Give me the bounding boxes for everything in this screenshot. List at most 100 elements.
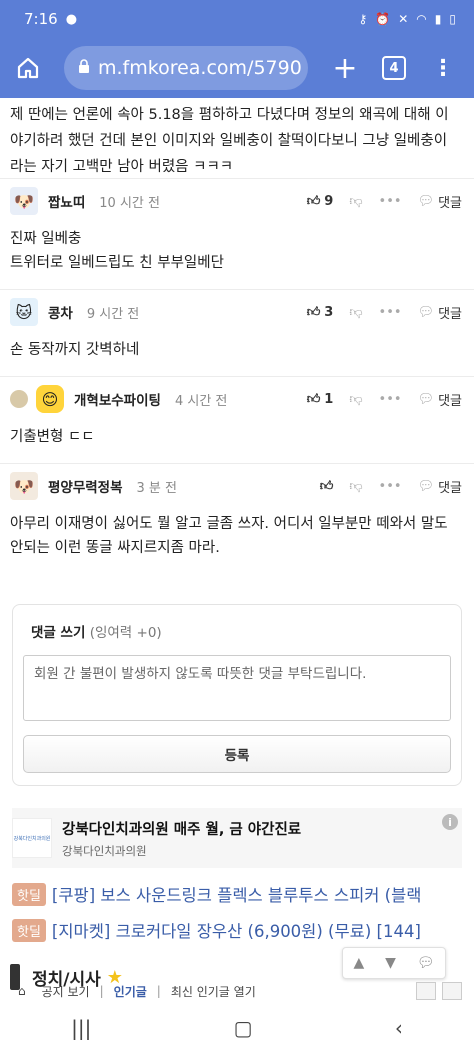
level-badge-icon bbox=[10, 390, 28, 408]
downvote-icon[interactable]: 👎︎ bbox=[349, 392, 362, 407]
scroll-down-icon[interactable]: ▼ bbox=[385, 955, 396, 971]
upvote-button[interactable]: 👍︎ 9 bbox=[307, 194, 334, 209]
reply-button[interactable]: 💬︎ 댓글 bbox=[418, 192, 462, 211]
comment-time: 4 시간 전 bbox=[174, 393, 228, 409]
hot-deal-item[interactable]: 핫딜 [지마켓] 크로커다일 장우산 (6,900원) (무료) [144] bbox=[12, 918, 474, 942]
speech-bubble-icon: 💬︎ bbox=[417, 478, 435, 494]
lock-icon bbox=[78, 59, 90, 77]
status-time: 7:16 bbox=[24, 10, 58, 28]
status-icons: ⚷ ⏰ ✕ ◠ ▮ ▯ bbox=[358, 12, 456, 26]
comment-author[interactable]: 콩차 bbox=[48, 302, 73, 322]
comment-body: 진짜 일베충 트위터로 일베드립도 친 부부일베단 bbox=[10, 231, 224, 271]
submit-comment-button[interactable]: 등록 bbox=[23, 735, 451, 773]
reply-button[interactable]: 💬︎ 댓글 bbox=[418, 303, 462, 322]
info-icon[interactable]: i bbox=[442, 814, 458, 830]
hot-deal-badge: 핫딜 bbox=[12, 918, 46, 942]
home-icon[interactable]: ⌂ bbox=[18, 984, 26, 998]
mute-icon: ✕ bbox=[398, 12, 409, 26]
chat-notification-icon: ● bbox=[65, 11, 78, 27]
comment-write-label: 댓글 쓰기 bbox=[31, 625, 86, 641]
comment-jump-icon[interactable]: 💬︎ bbox=[417, 955, 435, 971]
comment-write-title: 댓글 쓰기 (잉여력 +0) bbox=[23, 621, 451, 641]
comment-item: 🐱 콩차 9 시간 전 👍︎ 3 👎︎ ••• 💬︎ 댓글 손 동작까지 갓벽하네 bbox=[0, 289, 474, 376]
hot-deal-link[interactable]: [지마켓] 크로커다일 장우산 (6,900원) (무료) [144] bbox=[52, 918, 421, 942]
signal-icon: ▮ bbox=[434, 12, 442, 26]
comment-time: 3 분 전 bbox=[136, 480, 177, 496]
key-icon: ⚷ bbox=[358, 12, 368, 26]
comment-author[interactable]: 개혁보수파이팅 bbox=[74, 389, 161, 409]
upvote-button[interactable]: 👍︎ 3 bbox=[307, 305, 334, 320]
comment-write-box: 댓글 쓰기 (잉여력 +0) 회원 간 불편이 발생하지 않도록 따뜻한 댓글 … bbox=[12, 604, 462, 786]
upvote-button[interactable]: 👍︎ bbox=[320, 479, 334, 494]
tab-popular[interactable]: 인기글 bbox=[114, 983, 147, 1000]
downvote-icon[interactable]: 👎︎ bbox=[349, 305, 362, 320]
thumbs-up-icon: 👍︎ bbox=[306, 304, 321, 320]
reply-label: 댓글 bbox=[438, 195, 462, 211]
comment-item: 😊 개혁보수파이팅 4 시간 전 👍︎ 1 👎︎ ••• 💬︎ 댓글 기출변형 ㄷㄷ bbox=[0, 376, 474, 463]
ad-logo: 강북다인치과의원 bbox=[12, 818, 52, 858]
comment-textarea[interactable]: 회원 간 불편이 발생하지 않도록 따뜻한 댓글 부탁드립니다. bbox=[23, 655, 451, 721]
grid-view-icon[interactable] bbox=[442, 982, 462, 1000]
avatar: 🐶 bbox=[10, 472, 38, 500]
upvote-count: 1 bbox=[324, 391, 334, 407]
reply-label: 댓글 bbox=[438, 306, 462, 322]
list-view-icon[interactable] bbox=[416, 982, 436, 1000]
battery-icon: ▯ bbox=[449, 12, 456, 26]
downvote-icon[interactable]: 👎︎ bbox=[349, 479, 362, 494]
hot-deal-badge: 핫딜 bbox=[12, 882, 46, 906]
home-icon[interactable] bbox=[14, 54, 42, 82]
thumbs-up-icon: 👍︎ bbox=[306, 391, 321, 407]
ad-banner[interactable]: 강북다인치과의원 강북다인치과의원 매주 월, 금 야간진료 강북다인치과의원 … bbox=[12, 808, 462, 868]
scroll-up-icon[interactable]: ▲ bbox=[353, 955, 364, 971]
reply-button[interactable]: 💬︎ 댓글 bbox=[418, 477, 462, 496]
more-icon[interactable]: ••• bbox=[379, 392, 402, 407]
speech-bubble-icon: 💬︎ bbox=[417, 391, 435, 407]
reply-button[interactable]: 💬︎ 댓글 bbox=[418, 390, 462, 409]
floating-nav: ▲ ▼ 💬︎ bbox=[342, 947, 446, 979]
comment-item: 🐶 짭뇨띠 10 시간 전 👍︎ 9 👎︎ ••• 💬︎ 댓글 진짜 일베충 트위터… bbox=[0, 178, 474, 289]
upvote-count: 9 bbox=[324, 193, 334, 209]
divider: | bbox=[156, 984, 161, 998]
address-bar-row: m.fmkorea.com/5790 + 4 ⋮ bbox=[0, 38, 474, 98]
comment-time: 10 시간 전 bbox=[99, 195, 160, 211]
more-menu-icon[interactable]: ⋮ bbox=[432, 56, 454, 81]
comment-author[interactable]: 짭뇨띠 bbox=[48, 191, 85, 211]
tab-switcher-button[interactable]: 4 bbox=[382, 56, 406, 80]
home-button-icon[interactable]: ▢ bbox=[234, 1016, 253, 1040]
ad-title: 강북다인치과의원 매주 월, 금 야간진료 bbox=[62, 821, 302, 838]
thumbs-up-icon: 👍︎ bbox=[319, 478, 334, 494]
thumbs-up-icon: 👍︎ bbox=[306, 193, 321, 209]
comment-author[interactable]: 평양무력정복 bbox=[48, 476, 123, 496]
page-content: 제 딴에는 언론에 속아 5.18을 폄하하고 다녔다며 정보의 왜곡에 대해 … bbox=[0, 98, 474, 990]
downvote-icon[interactable]: 👎︎ bbox=[349, 194, 362, 209]
comment-item: 🐶 평양무력정복 3 분 전 👍︎ 👎︎ ••• 💬︎ 댓글 아무리 이재명이 싫… bbox=[0, 463, 474, 574]
back-icon[interactable]: ‹ bbox=[395, 1016, 403, 1040]
upvote-count: 3 bbox=[324, 304, 334, 320]
surplus-points: (잉여력 +0) bbox=[89, 625, 162, 641]
more-icon[interactable]: ••• bbox=[379, 479, 402, 494]
reply-label: 댓글 bbox=[438, 393, 462, 409]
address-bar[interactable]: m.fmkorea.com/5790 bbox=[64, 46, 308, 90]
post-body-tail: 제 딴에는 언론에 속아 5.18을 폄하하고 다녔다며 정보의 왜곡에 대해 … bbox=[10, 107, 449, 175]
more-icon[interactable]: ••• bbox=[379, 194, 402, 209]
wifi-icon: ◠ bbox=[416, 12, 427, 26]
new-tab-button[interactable]: + bbox=[330, 51, 360, 86]
comment-body: 아무리 이재명이 싫어도 뭘 알고 글좀 쓰자. 어디서 일부분만 떼와서 말도… bbox=[10, 516, 448, 556]
reply-label: 댓글 bbox=[438, 480, 462, 496]
board-tabs: ⌂ 공지 보기 | 인기글 | 최신 인기글 열기 bbox=[0, 980, 474, 1002]
more-icon[interactable]: ••• bbox=[379, 305, 402, 320]
tab-notice[interactable]: 공지 보기 bbox=[42, 983, 90, 1000]
system-nav-bar: ||| ▢ ‹ bbox=[0, 1003, 474, 1053]
avatar: 🐶 bbox=[10, 187, 38, 215]
recent-apps-icon[interactable]: ||| bbox=[71, 1016, 91, 1040]
speech-bubble-icon: 💬︎ bbox=[417, 304, 435, 320]
ad-subtitle: 강북다인치과의원 bbox=[62, 843, 147, 858]
hot-deal-item[interactable]: 핫딜 [쿠팡] 보스 사운드링크 플렉스 블루투스 스피커 (블랙 bbox=[12, 882, 474, 906]
url-text: m.fmkorea.com/5790 bbox=[98, 57, 302, 79]
tab-recent-popular[interactable]: 최신 인기글 열기 bbox=[171, 983, 256, 1000]
upvote-button[interactable]: 👍︎ 1 bbox=[307, 392, 334, 407]
hot-deal-link[interactable]: [쿠팡] 보스 사운드링크 플렉스 블루투스 스피커 (블랙 bbox=[52, 882, 422, 906]
comment-time: 9 시간 전 bbox=[86, 306, 140, 322]
avatar: 🐱 bbox=[10, 298, 38, 326]
alarm-icon: ⏰ bbox=[375, 12, 391, 26]
